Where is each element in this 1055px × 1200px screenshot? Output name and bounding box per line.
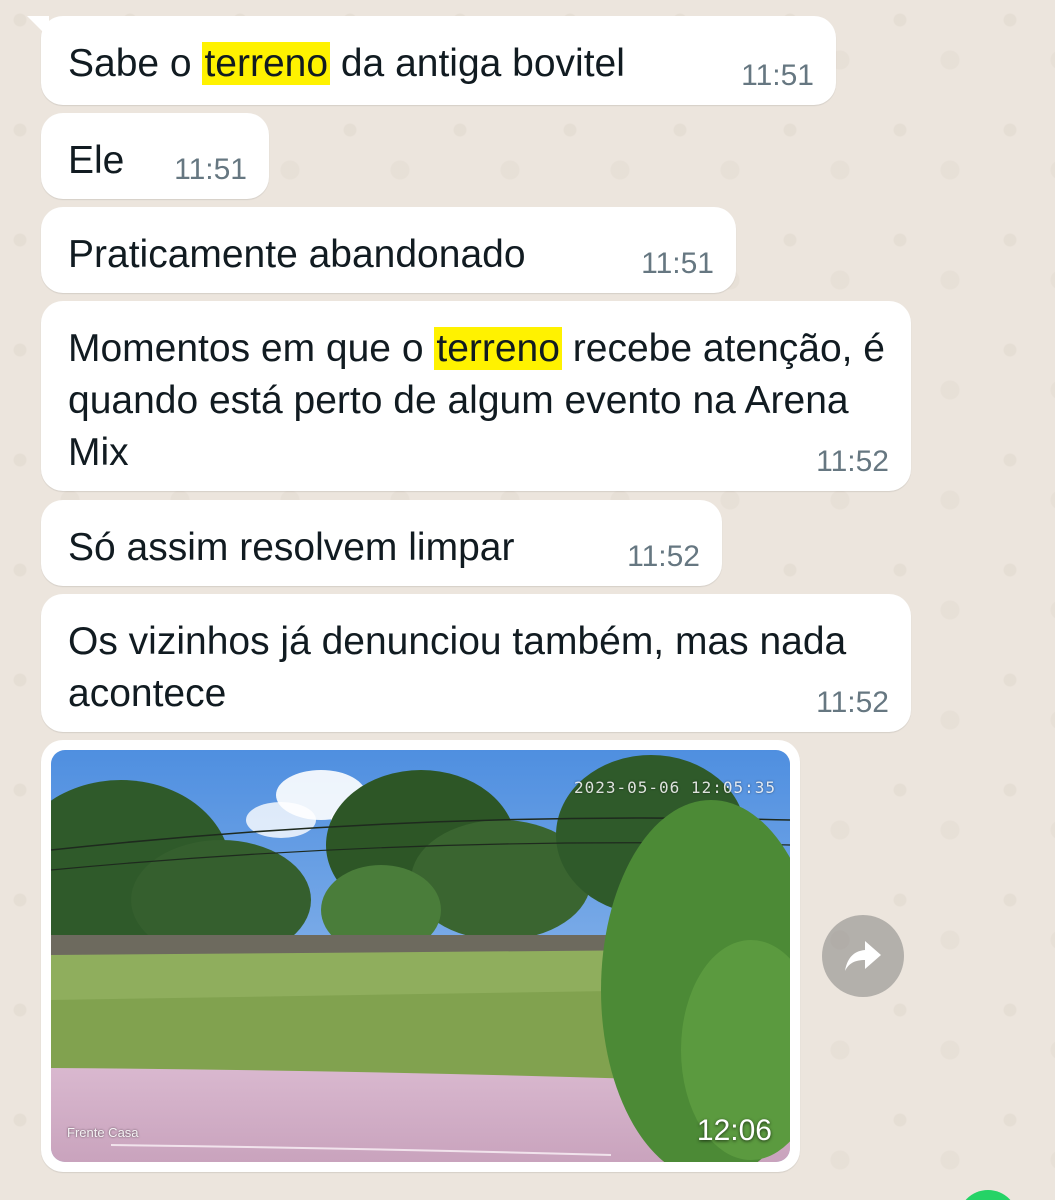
message-time: 12:06 — [696, 1114, 772, 1147]
message-bubble[interactable]: Ele 11:51 — [41, 113, 269, 199]
message-time: 11:51 — [174, 153, 247, 186]
message-text: Sabe o terreno da antiga bovitel — [68, 42, 625, 85]
message-bubble[interactable]: Sabe o terreno da antiga bovitel 11:51 — [27, 16, 836, 105]
photo-scene — [51, 750, 790, 1162]
message-time: 11:52 — [816, 686, 889, 719]
message-text: Momentos em que o terreno recebe atenção… — [68, 327, 886, 474]
message-time: 11:52 — [816, 445, 889, 478]
message-text: Ele — [68, 139, 125, 182]
message-text: Praticamente abandonado — [68, 233, 526, 276]
message-text: Os vizinhos já denunciou também, mas nad… — [68, 620, 847, 715]
forward-button[interactable] — [822, 915, 904, 997]
search-highlight: terreno — [434, 327, 562, 370]
image-thumbnail[interactable]: 2023-05-06 12:05:35 Frente Casa 12:06 — [51, 750, 790, 1162]
bubble-tail — [27, 16, 49, 38]
message-bubble[interactable]: Praticamente abandonado 11:51 — [41, 207, 736, 293]
message-bubble[interactable]: Momentos em que o terreno recebe atenção… — [41, 301, 911, 491]
image-message-bubble[interactable]: 2023-05-06 12:05:35 Frente Casa 12:06 — [41, 740, 800, 1172]
camera-timestamp: 2023-05-06 12:05:35 — [573, 778, 776, 797]
search-highlight: terreno — [202, 42, 331, 85]
message-time: 11:51 — [741, 59, 814, 92]
forward-arrow-icon — [845, 941, 881, 971]
message-bubble[interactable]: Os vizinhos já denunciou também, mas nad… — [41, 594, 911, 732]
message-text: Só assim resolvem limpar — [68, 526, 515, 569]
message-bubble[interactable]: Só assim resolvem limpar 11:52 — [41, 500, 722, 586]
message-time: 11:51 — [641, 247, 714, 280]
floating-action-button[interactable] — [958, 1190, 1018, 1200]
message-time: 11:52 — [627, 540, 700, 573]
camera-label: Frente Casa — [67, 1125, 139, 1140]
